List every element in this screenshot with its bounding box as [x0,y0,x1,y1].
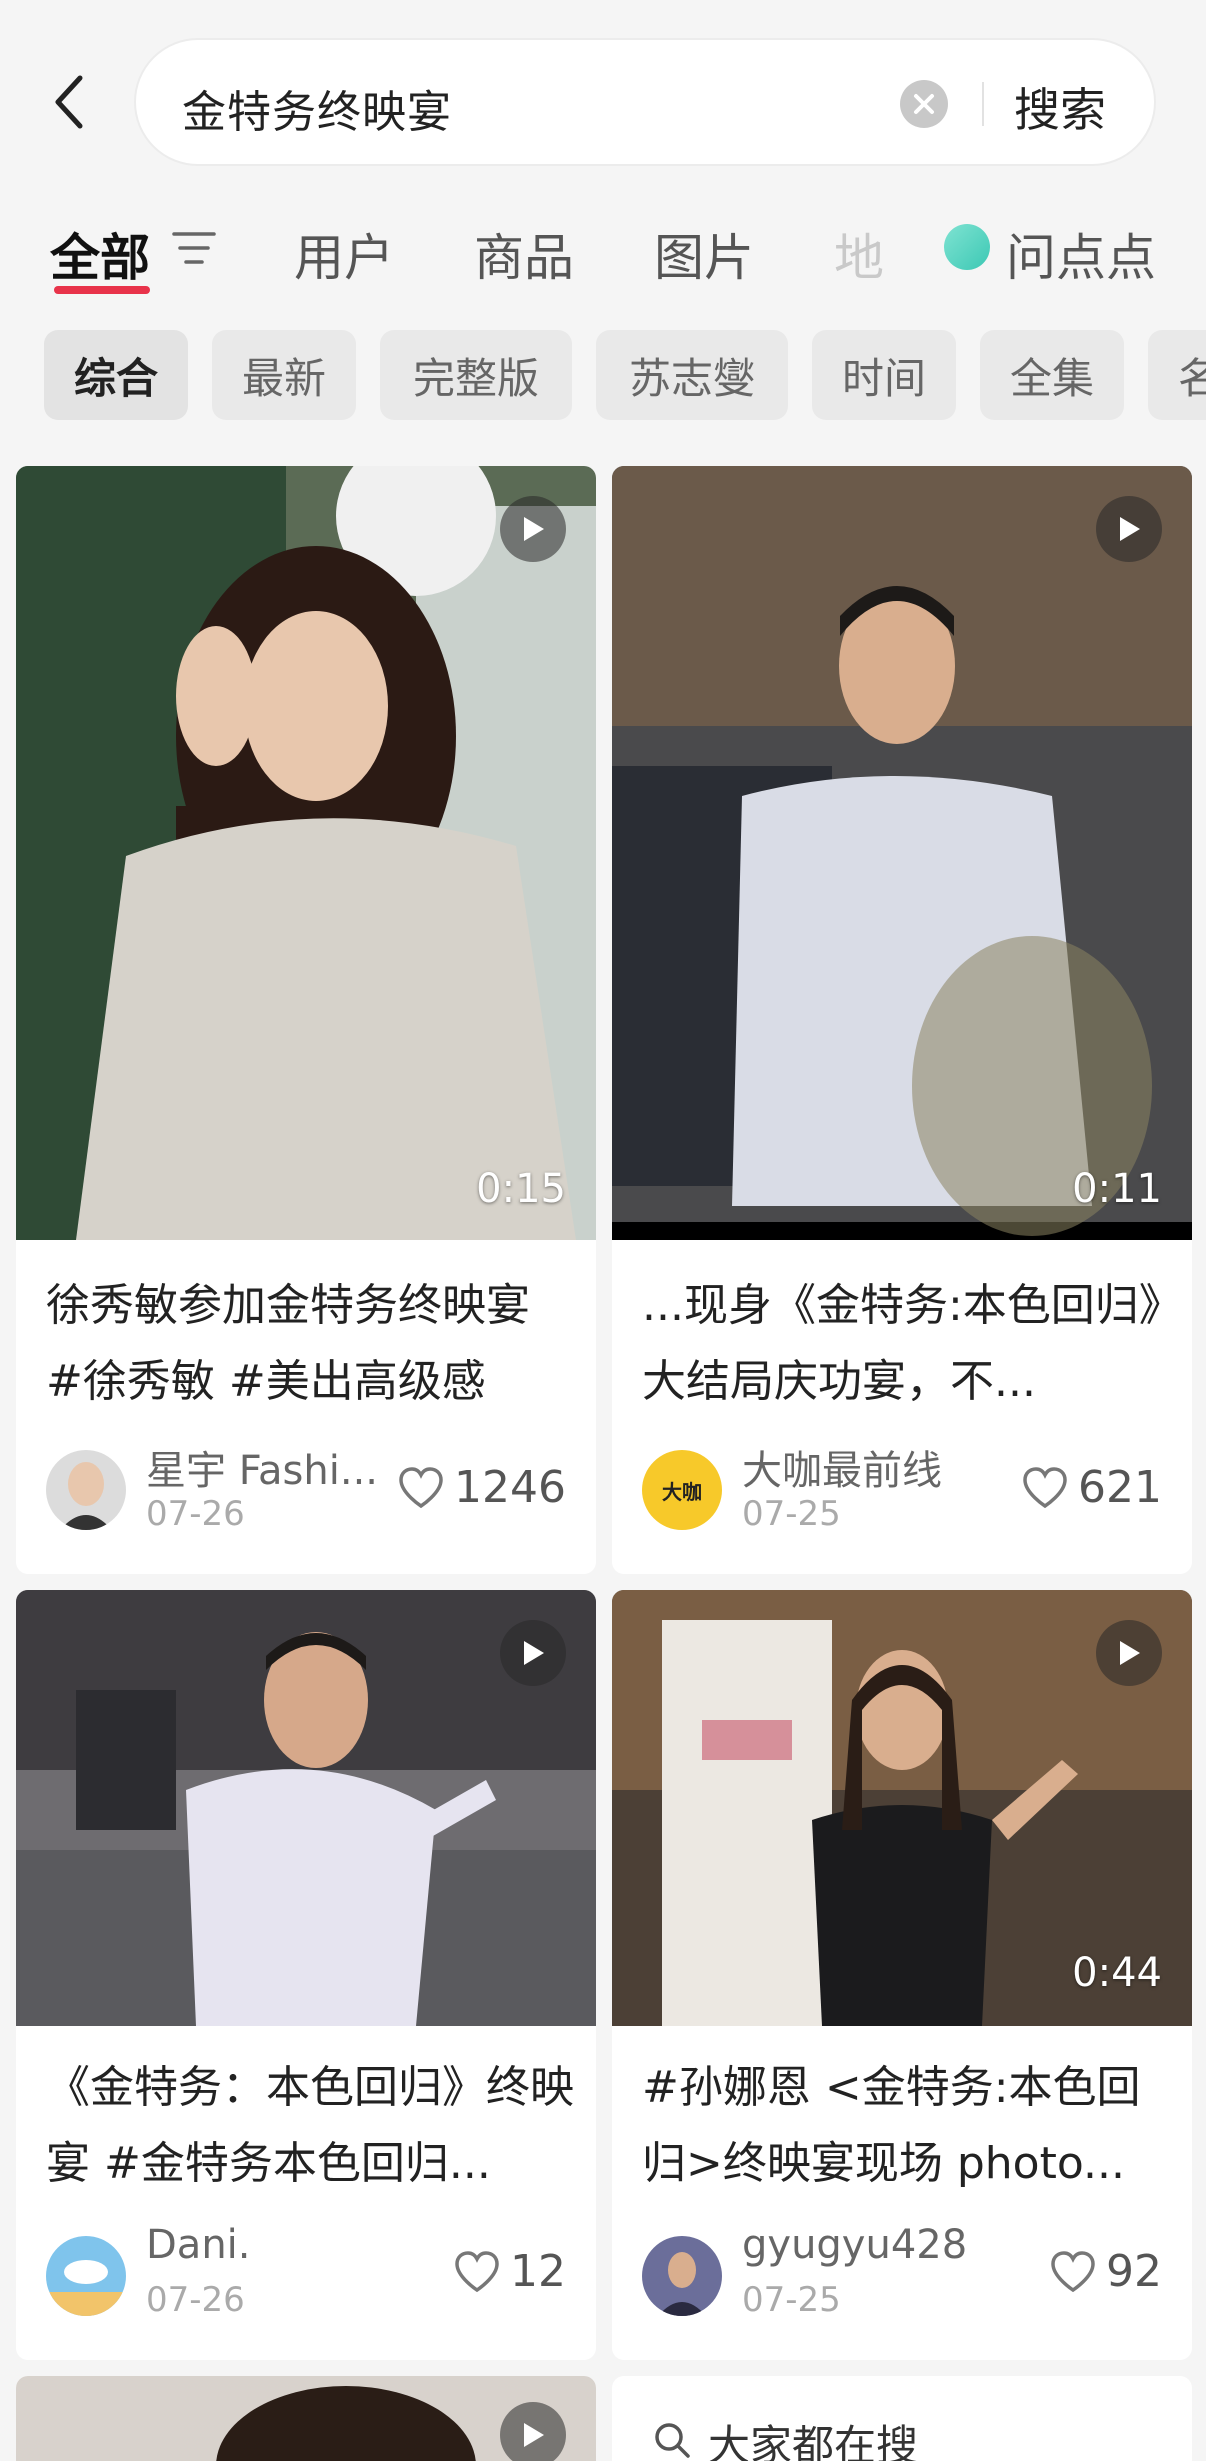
play-icon [524,1641,544,1665]
post-title[interactable]: #孙娜恩 <金特务:本色回归>终映宴现场 photo... [642,2050,1172,2202]
post-date: 07-25 [742,1494,841,1534]
post-date: 07-25 [742,2280,841,2320]
tab-location[interactable]: 地 [834,218,884,290]
play-icon [524,517,544,541]
like-button[interactable]: 621 [1022,1462,1162,1513]
tab-users[interactable]: 用户 [294,218,394,290]
avatar[interactable] [46,1450,126,1530]
play-icon [524,2423,544,2447]
post-card[interactable]: 0:15 徐秀敏参加金特务终映宴 #徐秀敏 #美出高级感 星宇 Fashi...… [16,466,596,1574]
tab-all[interactable]: 全部 [50,218,150,290]
avatar[interactable] [46,2236,126,2316]
active-tab-indicator [54,286,150,294]
post-title[interactable]: 徐秀敏参加金特务终映宴 #徐秀敏 #美出高级感 [46,1268,576,1420]
tab-images[interactable]: 图片 [654,218,754,290]
post-title[interactable]: 《金特务：本色回归》终映宴 #金特务本色回归... [46,2050,576,2202]
post-card[interactable]: 0:11 ...现身《金特务:本色回归》大结局庆功宴，不... 大咖 大咖最前线… [612,466,1192,1574]
post-card[interactable]: 0:44 #孙娜恩 <金特务:本色回归>终映宴现场 photo... gyugy… [612,1590,1192,2360]
play-button[interactable] [1096,1620,1162,1686]
chip-actor[interactable]: 苏志燮 [596,330,788,420]
video-thumbnail[interactable] [16,2376,596,2461]
clear-search-button[interactable] [900,80,948,128]
chip-comprehensive[interactable]: 综合 [44,330,188,420]
play-icon [1120,1641,1140,1665]
post-card[interactable]: 《金特务：本色回归》终映宴 #金特务本色回归... Dani. 07-26 12 [16,1590,596,2360]
like-count: 12 [510,2246,566,2297]
video-duration: 0:44 [1072,1950,1162,1996]
like-button[interactable]: 1246 [398,1462,566,1513]
tab-products[interactable]: 商品 [474,218,574,290]
video-thumbnail[interactable]: 0:11 [612,466,1192,1240]
chip-all-episodes[interactable]: 全集 [980,330,1124,420]
video-duration: 0:11 [1072,1166,1162,1212]
video-thumbnail[interactable] [16,1590,596,2026]
trending-label: 大家都在搜 [708,2421,919,2461]
like-count: 92 [1106,2246,1162,2297]
heart-icon [1051,2250,1095,2292]
post-date: 07-26 [146,2280,245,2320]
author-name[interactable]: 星宇 Fashi... [146,1438,378,1496]
play-button[interactable] [1096,496,1162,562]
back-button[interactable] [40,72,100,132]
heart-icon [399,1466,443,1508]
play-button[interactable] [500,1620,566,1686]
like-button[interactable]: 92 [1050,2246,1162,2297]
tab-ask[interactable]: 问点点 [1006,218,1156,290]
play-icon [1120,517,1140,541]
like-count: 621 [1078,1462,1162,1513]
close-icon [914,94,934,114]
video-duration: 0:15 [476,1166,566,1212]
like-count: 1246 [454,1462,566,1513]
filter-chips: 综合 最新 完整版 苏志燮 时间 全集 名 [0,330,1206,422]
heart-icon [455,2250,499,2292]
post-card[interactable] [16,2376,596,2461]
ask-logo-icon [944,224,990,270]
chip-latest[interactable]: 最新 [212,330,356,420]
search-button[interactable]: 搜索 [1014,74,1106,140]
trending-searches-card[interactable]: 大家都在搜 [612,2376,1192,2461]
chip-full-version[interactable]: 完整版 [380,330,572,420]
avatar[interactable] [642,2236,722,2316]
chevron-left-icon [55,75,83,129]
like-button[interactable]: 12 [454,2246,566,2297]
filter-icon[interactable] [172,228,216,268]
heart-icon [1023,1466,1067,1508]
avatar-brand-text: 大咖 [662,1479,702,1504]
author-name[interactable]: gyugyu428 [742,2222,967,2268]
chip-more[interactable]: 名 [1148,330,1206,420]
video-thumbnail[interactable]: 0:15 [16,466,596,1240]
search-icon [655,2423,690,2458]
thumbnail-image [16,466,596,1240]
author-name[interactable]: 大咖最前线 [742,1438,942,1496]
thumbnail-image [612,466,1192,1240]
category-tabs: 全部 用户 商品 图片 地 问点点 [0,200,1206,310]
play-button[interactable] [500,2402,566,2461]
chip-time[interactable]: 时间 [812,330,956,420]
search-divider [982,82,984,126]
avatar[interactable]: 大咖 [642,1450,722,1530]
video-thumbnail[interactable]: 0:44 [612,1590,1192,2026]
search-header: 金特务终映宴 搜索 [0,0,1206,180]
play-button[interactable] [500,496,566,562]
search-query-text: 金特务终映宴 [182,87,452,138]
post-date: 07-26 [146,1494,245,1534]
author-name[interactable]: Dani. [146,2222,251,2268]
post-title[interactable]: ...现身《金特务:本色回归》大结局庆功宴，不... [642,1268,1172,1420]
search-input[interactable]: 金特务终映宴 搜索 [134,38,1156,166]
